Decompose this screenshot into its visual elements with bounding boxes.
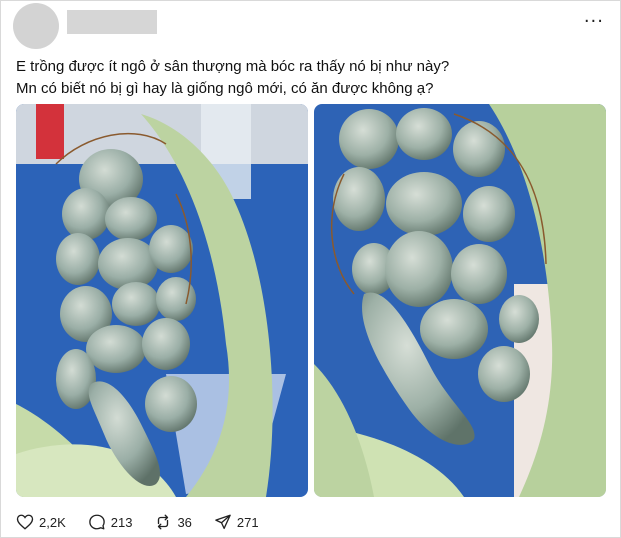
share-count: 271 bbox=[236, 514, 259, 530]
post-image-2[interactable] bbox=[314, 104, 606, 497]
comment-count: 213 bbox=[110, 514, 133, 530]
repost-count: 36 bbox=[177, 514, 192, 530]
heart-icon bbox=[16, 514, 34, 530]
share-button[interactable]: 271 bbox=[214, 513, 259, 531]
post-image-1[interactable] bbox=[16, 104, 308, 497]
comment-button[interactable]: 213 bbox=[88, 513, 133, 531]
corn-smut-photo-icon bbox=[314, 104, 606, 497]
corn-smut-photo-icon bbox=[16, 104, 308, 497]
avatar[interactable] bbox=[13, 3, 59, 49]
post-actions: 2,2K 213 36 271 bbox=[16, 513, 281, 531]
repost-button[interactable]: 36 bbox=[154, 513, 192, 531]
like-count: 2,2K bbox=[39, 514, 66, 530]
threads-post: ··· E trồng được ít ngô ở sân thượng mà … bbox=[0, 0, 621, 538]
comment-icon bbox=[88, 514, 105, 530]
repost-icon bbox=[158, 514, 169, 530]
post-text-line: E trồng được ít ngô ở sân thượng mà bóc … bbox=[16, 58, 450, 75]
username-redacted[interactable] bbox=[67, 10, 157, 34]
more-options-button[interactable]: ··· bbox=[584, 13, 604, 31]
send-icon bbox=[215, 514, 231, 530]
like-button[interactable]: 2,2K bbox=[16, 513, 66, 531]
post-text-line: Mn có biết nó bị gì hay là giống ngô mới… bbox=[16, 80, 434, 97]
post-text: E trồng được ít ngô ở sân thượng mà bóc … bbox=[16, 56, 606, 100]
